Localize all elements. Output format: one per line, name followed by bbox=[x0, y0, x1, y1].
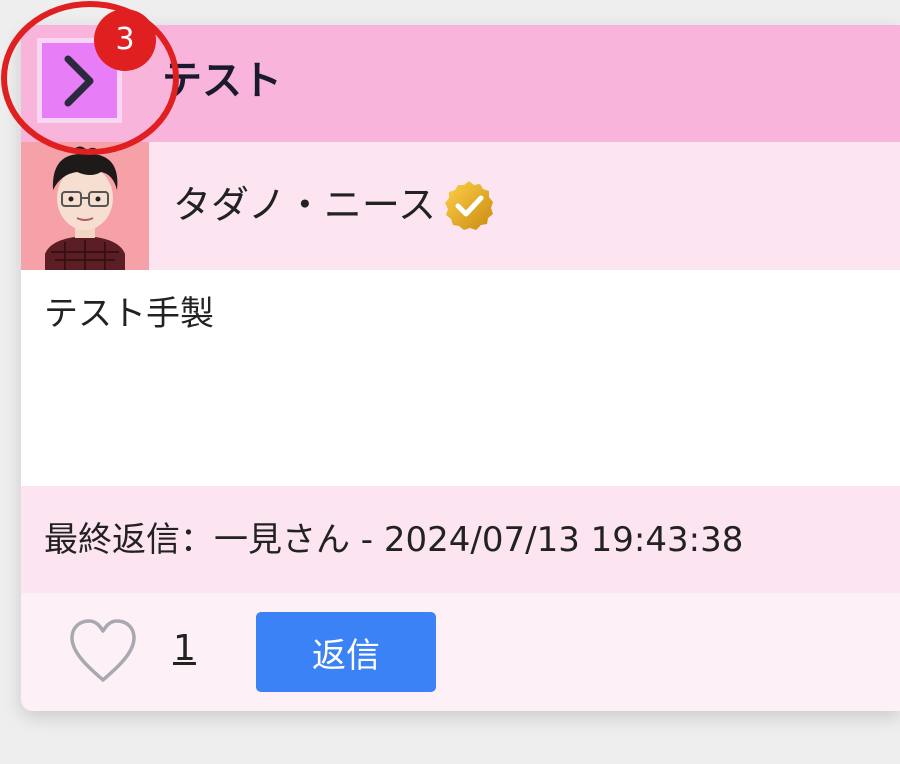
heart-icon[interactable] bbox=[68, 618, 138, 688]
last-reply-text: 最終返信：一見さん - 2024/07/13 19:43:38 bbox=[44, 520, 744, 560]
last-reply-bar: 最終返信：一見さん - 2024/07/13 19:43:38 bbox=[21, 486, 900, 593]
author-name[interactable]: タダノ・ニース bbox=[173, 180, 436, 230]
like-count[interactable]: 1 bbox=[173, 625, 196, 673]
thread-title[interactable]: テスト bbox=[162, 53, 282, 109]
notification-badge: 3 bbox=[94, 9, 156, 71]
author-row: タダノ・ニース bbox=[21, 142, 900, 270]
thread-card: テスト タダノ・ニース テスト手製 最終返信：一見さん - 2024/07/13… bbox=[21, 25, 900, 711]
action-bar: 1 返信 bbox=[21, 593, 900, 711]
reply-button[interactable]: 返信 bbox=[256, 612, 436, 692]
post-body-text: テスト手製 bbox=[44, 294, 214, 334]
avatar-image bbox=[21, 142, 149, 270]
post-body: テスト手製 bbox=[21, 270, 900, 486]
avatar[interactable] bbox=[21, 142, 149, 270]
verified-check-icon bbox=[441, 178, 497, 238]
